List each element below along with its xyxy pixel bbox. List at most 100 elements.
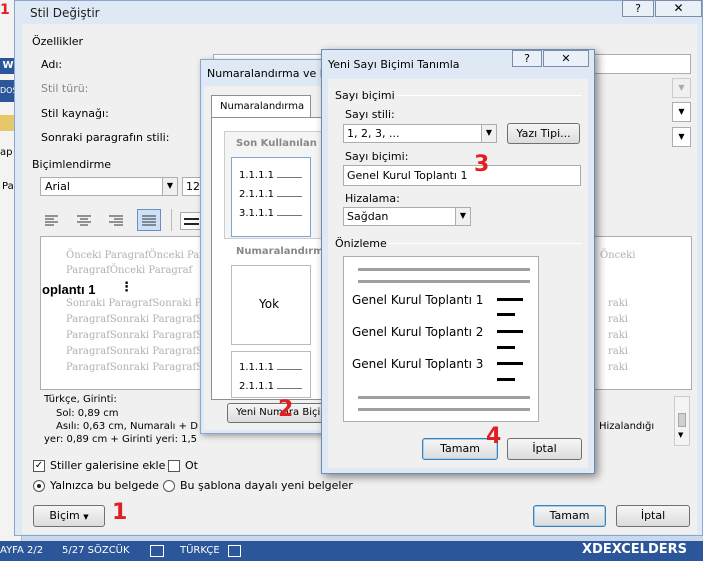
line-spacing-icon [184,218,199,225]
yazi-tipi-button[interactable]: Yazı Tipi... [507,123,580,144]
word-count[interactable]: 5/27 SÖZCÜK [62,545,130,556]
desc-scrollbar[interactable]: ▼ [674,396,690,446]
ys-close-button[interactable]: ✕ [543,50,589,67]
yalnizca-label: Yalnızca bu belgede [50,479,159,492]
list-item: 1.1.1.1 [239,362,274,373]
page-indicator[interactable]: AYFA 2/2 [0,545,43,556]
hizalama-dropdown-icon[interactable]: ▼ [455,208,470,225]
strip-text-pa: Pa [2,181,14,192]
ozellikler-heading: Özellikler [32,35,84,48]
step-3-annotation: 3 [474,152,490,177]
adi-label: Adı: [41,58,63,71]
align-justify-button[interactable] [137,209,161,231]
sayi-bicimi-input[interactable]: Genel Kurul Toplantı 1 [343,165,581,186]
preview-next-right: raki [608,346,628,357]
preview-next-right: raki [608,362,628,373]
close-button[interactable]: ✕ [655,0,702,17]
tab-numaralandirma[interactable]: Numaralandırma [211,95,311,117]
help-button[interactable]: ? [622,0,654,17]
step-4-annotation: 4 [486,424,502,449]
stil-kaynagi-label: Stil kaynağı: [41,107,109,120]
dialog-title: Stil Değiştir [30,6,100,20]
brand-logo: XDEXCELDERS [582,542,688,557]
scroll-down-icon[interactable]: ▼ [678,431,683,439]
sayi-stili-combo[interactable]: 1, 2, 3, ... ▼ [343,124,497,143]
preview-gray-line [358,408,530,411]
ys-iptal-button[interactable]: İptal [507,438,582,460]
stiller-galeri-checkbox[interactable]: ✓ [33,460,45,472]
desc-line: Asılı: 0,63 cm, Numaralı + D [56,421,198,432]
desc-line: Türkçe, Girinti: [44,394,117,405]
hizalama-combo[interactable]: Sağdan ▼ [343,207,471,226]
hizalama-value: Sağdan [347,210,389,223]
preview-item: Genel Kurul Toplantı 2 [352,325,484,339]
tab-label: Numaralandırma [220,101,305,112]
align-center-icon[interactable] [76,214,92,226]
preview-sample-text: oplantı 1 [42,282,96,297]
desc-line: Sol: 0,89 cm [56,408,119,419]
group-divider [388,243,582,244]
list-line [277,215,302,216]
preview-next-right: raki [608,298,628,309]
preview-dark-line [497,362,523,365]
yalnizca-radio[interactable] [33,480,45,492]
list-line [277,177,302,178]
language[interactable]: TÜRKÇE [180,545,220,556]
ys-help-button[interactable]: ? [512,50,542,67]
numaralandirma-title: Numaralandırma ve N [207,67,329,80]
preview-dark-line [497,330,523,333]
desc-right: Hizalandığı [599,421,655,432]
preview-dots: ⋮ [120,280,133,295]
stil-kaynagi-dropdown[interactable]: ▼ [672,102,691,122]
sablon-radio[interactable] [163,480,175,492]
stil-turu-label: Stil türü: [41,82,89,95]
sonraki-stil-label: Sonraki paragrafın stili: [41,131,170,144]
sayi-bicimi-value: Genel Kurul Toplantı 1 [347,169,468,182]
bicim-button[interactable]: Biçim ▼ [33,505,105,527]
preview-dark-line [497,313,515,316]
preview-dark-line [497,346,515,349]
main-iptal-button[interactable]: İptal [616,505,690,527]
font-name-combo[interactable]: Arial ▼ [40,177,178,196]
preview-dark-line [497,298,523,301]
oto-guncelle-checkbox[interactable] [168,460,180,472]
son-kullanilan-label: Son Kullanılan S [236,138,328,149]
sayi-stili-value: 1, 2, 3, ... [347,127,400,140]
sayi-bicimi-group: Sayı biçimi [335,89,395,102]
bicimlendirme-heading: Biçimlendirme [32,158,112,171]
preview-prev-right: Önceki [600,250,636,261]
onizleme-label: Önizleme [335,237,387,250]
line-spacing-button[interactable] [180,212,202,230]
align-left-icon[interactable] [44,214,60,226]
yeni-sayi-title: Yeni Sayı Biçimi Tanımla [328,58,460,71]
oto-label: Ot [185,459,198,472]
hizalama-label: Hizalama: [345,192,400,205]
preview-gray-line [358,396,530,399]
scrollbar-thumb[interactable] [678,413,686,427]
kutuphane-label: Numaralandırm [236,246,324,257]
desc-line: yer: 0,89 cm + Girinti yeri: 1,5 [44,434,198,445]
proofing-icon[interactable] [150,545,164,557]
yeni-numara-bicimi-button[interactable]: Yeni Numara Biçi [227,403,325,423]
stil-turu-dropdown: ▼ [672,78,691,98]
list-line [277,369,302,370]
main-tamam-button[interactable]: Tamam [533,505,606,527]
font-name-dropdown-icon[interactable]: ▼ [162,178,177,195]
sablon-label: Bu şablona dayalı yeni belgeler [180,479,353,492]
none-option[interactable]: Yok [231,265,311,345]
status-bar: AYFA 2/2 5/27 SÖZCÜK TÜRKÇE XDEXCELDERS [0,541,703,561]
bicim-label: Biçim [49,509,80,522]
corner-mark: 1 [0,2,10,18]
sayi-stili-dropdown-icon[interactable]: ▼ [481,125,496,142]
preview-item: Genel Kurul Toplantı 3 [352,357,484,371]
preview-prev-line: ParagrafÖnceki Paragraf [66,265,193,276]
sayi-stili-label: Sayı stili: [345,108,395,121]
macro-icon[interactable] [228,545,241,557]
align-justify-icon [142,215,156,226]
align-right-icon[interactable] [108,214,124,226]
font-name-value: Arial [45,180,70,193]
strip-text-ap: ap [0,147,13,158]
list-item: 3.1.1.1 [239,208,274,219]
sonraki-stil-dropdown[interactable]: ▼ [672,127,691,147]
step-2-annotation: 2 [278,397,294,422]
